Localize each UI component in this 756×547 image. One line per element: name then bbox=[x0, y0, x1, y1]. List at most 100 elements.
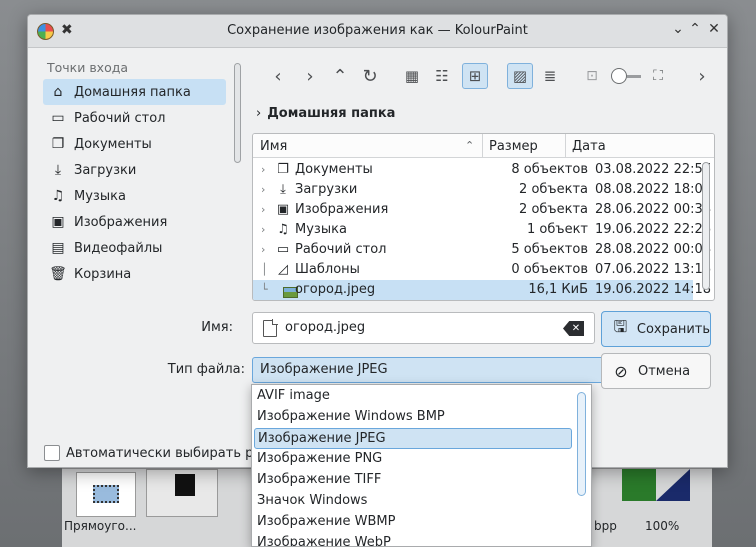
place-documents[interactable]: ❐ Документы bbox=[43, 131, 226, 157]
file-name: огород.jpeg bbox=[295, 282, 376, 297]
file-type-option[interactable]: Изображение WebP bbox=[254, 533, 572, 546]
place-label: Документы bbox=[74, 136, 152, 152]
file-list[interactable]: Имя ⌃ Размер Дата › ❐ Документы 8 объект… bbox=[252, 133, 715, 301]
file-type-label: Тип файла: bbox=[167, 362, 245, 377]
sort-ascending-icon: ⌃ bbox=[465, 139, 475, 152]
place-label: Видеофайлы bbox=[74, 240, 163, 256]
downloads-icon: ⤓ bbox=[280, 182, 286, 197]
reload-icon[interactable]: ↻ bbox=[357, 63, 383, 89]
file-row-selected[interactable]: └ огород.jpeg 16,1 КиБ 19.06.2022 14:18 bbox=[253, 280, 711, 300]
rectangle-select-icon bbox=[93, 485, 119, 503]
thumbnail-icon[interactable]: ⊡ bbox=[579, 63, 605, 89]
file-row[interactable]: › ♫ Музыка 1 объект 19.06.2022 22:26 bbox=[253, 220, 711, 240]
file-size: 1 объект bbox=[527, 222, 588, 237]
zoom-icon[interactable]: ⛶ bbox=[645, 63, 671, 89]
file-size: 2 объекта bbox=[519, 182, 588, 197]
place-downloads[interactable]: ⤓ Загрузки bbox=[43, 157, 226, 183]
file-row[interactable]: › ▭ Рабочий стол 5 объектов 28.08.2022 0… bbox=[253, 240, 711, 260]
breadcrumb-current: Домашняя папка bbox=[267, 106, 396, 121]
file-type-option[interactable]: Изображение PNG bbox=[254, 449, 572, 470]
place-label: Музыка bbox=[74, 188, 126, 204]
file-row[interactable]: │ ◿ Шаблоны 0 объектов 07.06.2022 13:16 bbox=[253, 260, 711, 280]
file-row[interactable]: › ❐ Документы 8 объектов 03.08.2022 22:5… bbox=[253, 160, 711, 180]
file-date: 19.06.2022 14:18 bbox=[595, 282, 712, 297]
preview-icon[interactable]: ▨ bbox=[507, 63, 533, 89]
file-date: 07.06.2022 13:16 bbox=[595, 262, 712, 277]
breadcrumb[interactable]: › Домашняя папка bbox=[256, 106, 395, 121]
documents-icon: ❐ bbox=[277, 162, 289, 177]
file-date: 08.08.2022 18:01 bbox=[595, 182, 712, 197]
color-swatch[interactable] bbox=[622, 469, 656, 501]
sort-icon[interactable]: ≣ bbox=[537, 63, 563, 89]
clear-text-icon[interactable]: ✕ bbox=[563, 321, 584, 336]
document-icon bbox=[263, 319, 278, 337]
icons-view-icon[interactable]: ▦ bbox=[399, 63, 425, 89]
expand-icon[interactable]: › bbox=[261, 203, 265, 216]
file-type-option-selected[interactable]: Изображение JPEG bbox=[254, 428, 572, 449]
place-home[interactable]: ⌂ Домашняя папка bbox=[43, 79, 226, 105]
place-desktop[interactable]: ▭ Рабочий стол bbox=[43, 105, 226, 131]
cancel-icon: ⊘ bbox=[614, 361, 628, 381]
file-type-option[interactable]: Значок Windows bbox=[254, 491, 572, 512]
checkbox-box[interactable] bbox=[44, 445, 60, 461]
zoom-slider[interactable] bbox=[609, 63, 643, 89]
color-swatch[interactable] bbox=[656, 469, 690, 501]
forward-icon[interactable]: › bbox=[297, 63, 323, 89]
file-type-select[interactable]: Изображение JPEG ⌄ bbox=[252, 357, 620, 383]
desktop-icon: ▭ bbox=[276, 242, 290, 257]
name-label: Имя: bbox=[201, 320, 233, 335]
place-trash[interactable]: 🗑 Корзина bbox=[43, 261, 226, 287]
background-tool-button[interactable] bbox=[76, 472, 136, 517]
file-row[interactable]: › ⤓ Загрузки 2 объекта 08.08.2022 18:01 bbox=[253, 180, 711, 200]
home-icon: ⌂ bbox=[53, 84, 63, 100]
background-tool-button[interactable] bbox=[146, 469, 218, 517]
expand-icon[interactable]: › bbox=[261, 223, 265, 236]
file-type-option[interactable]: Изображение TIFF bbox=[254, 470, 572, 491]
more-icon[interactable]: › bbox=[689, 63, 715, 89]
cancel-button[interactable]: ⊘ Отмена bbox=[601, 353, 711, 389]
cancel-button-label: Отмена bbox=[638, 363, 691, 379]
videos-icon: ▤ bbox=[51, 240, 65, 256]
place-music[interactable]: ♫ Музыка bbox=[43, 183, 226, 209]
file-type-dropdown[interactable]: AVIF image Изображение Windows BMP Изобр… bbox=[251, 384, 592, 547]
file-size: 0 объектов bbox=[511, 262, 588, 277]
window-title: Сохранение изображения как — KolourPaint bbox=[227, 23, 528, 38]
downloads-icon: ⤓ bbox=[54, 162, 62, 178]
music-icon: ♫ bbox=[51, 188, 65, 204]
auto-extension-checkbox[interactable]: Автоматически выбирать ра bbox=[44, 445, 261, 461]
file-name: Шаблоны bbox=[295, 262, 360, 277]
column-header-name[interactable]: Имя bbox=[260, 139, 287, 154]
column-header-size[interactable]: Размер bbox=[489, 139, 538, 154]
file-list-scrollbar[interactable] bbox=[702, 162, 710, 290]
file-type-option[interactable]: Изображение Windows BMP bbox=[254, 407, 572, 428]
file-name: Рабочий стол bbox=[295, 242, 387, 257]
maximize-icon[interactable]: ⌃ bbox=[685, 21, 705, 37]
file-name: Изображения bbox=[295, 202, 389, 217]
filename-value: огород.jpeg bbox=[285, 320, 366, 335]
trash-icon: 🗑 bbox=[49, 266, 67, 282]
column-header-date[interactable]: Дата bbox=[572, 139, 606, 154]
dropdown-scrollbar[interactable] bbox=[577, 392, 586, 496]
file-type-option[interactable]: AVIF image bbox=[254, 386, 572, 407]
place-videos[interactable]: ▤ Видеофайлы bbox=[43, 235, 226, 261]
place-pictures[interactable]: ▣ Изображения bbox=[43, 209, 226, 235]
titlebar[interactable]: ✖ Сохранение изображения как — KolourPai… bbox=[28, 15, 727, 48]
file-row[interactable]: › ▣ Изображения 2 объекта 28.06.2022 00:… bbox=[253, 200, 711, 220]
file-date: 03.08.2022 22:57 bbox=[595, 162, 712, 177]
tree-view-icon[interactable]: ⊞ bbox=[462, 63, 488, 89]
save-button[interactable]: 🖫 Сохранить bbox=[601, 311, 711, 347]
file-size: 16,1 КиБ bbox=[528, 282, 588, 297]
auto-extension-label: Автоматически выбирать ра bbox=[66, 445, 262, 461]
places-scrollbar[interactable] bbox=[234, 63, 241, 163]
file-type-option[interactable]: Изображение WBMP bbox=[254, 512, 572, 533]
close-icon[interactable]: ✕ bbox=[704, 21, 724, 37]
filename-input[interactable]: огород.jpeg ✕ bbox=[252, 312, 595, 344]
expand-icon[interactable]: › bbox=[261, 183, 265, 196]
save-button-label: Сохранить bbox=[636, 321, 710, 337]
back-icon[interactable]: ‹ bbox=[265, 63, 291, 89]
expand-icon[interactable]: › bbox=[261, 243, 265, 256]
expand-icon[interactable]: › bbox=[261, 163, 265, 176]
parent-folder-icon[interactable]: ⌃ bbox=[327, 63, 353, 89]
places-panel: ⌂ Домашняя папка ▭ Рабочий стол ❐ Докуме… bbox=[43, 79, 226, 287]
compact-view-icon[interactable]: ☷ bbox=[429, 63, 455, 89]
